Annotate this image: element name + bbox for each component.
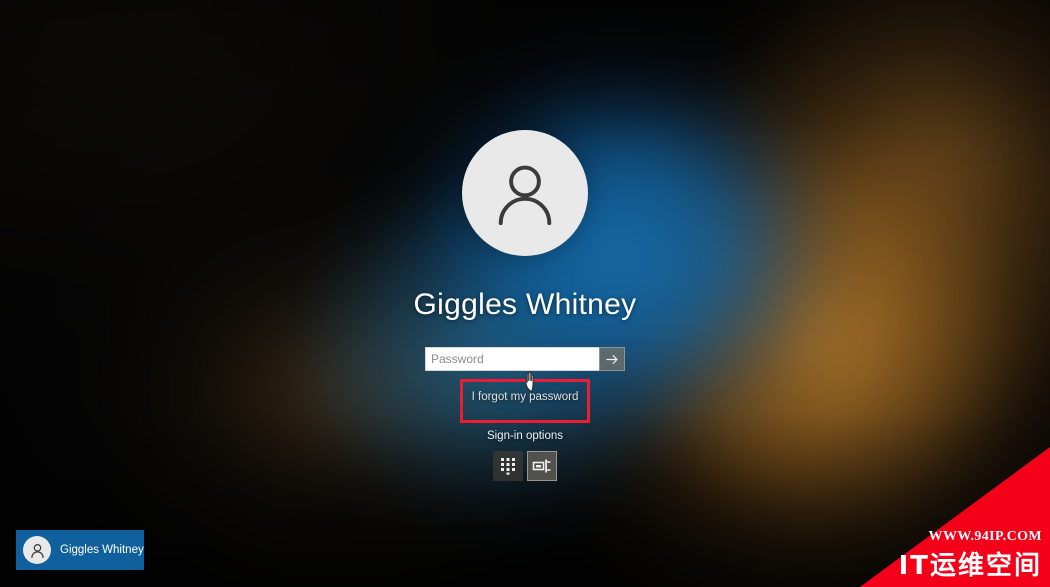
- lock-screen: Giggles Whitney I forgot my password Sig…: [0, 0, 1050, 587]
- pin-keypad-icon: [501, 458, 515, 475]
- sign-in-options-label: Sign-in options: [486, 430, 564, 442]
- sign-in-options-row: [493, 451, 557, 481]
- submit-password-button[interactable]: [599, 347, 625, 371]
- login-panel: Giggles Whitney I forgot my password Sig…: [0, 130, 1050, 481]
- user-avatar-icon: [30, 543, 44, 558]
- security-key-option-button[interactable]: [527, 451, 557, 481]
- password-row: [425, 347, 625, 371]
- avatar: [462, 130, 588, 256]
- security-key-icon: [532, 459, 551, 473]
- tile-user-name: Giggles Whitney: [60, 544, 144, 556]
- pin-option-button[interactable]: [493, 451, 523, 481]
- taskbar-user-tile[interactable]: Giggles Whitney: [16, 530, 144, 570]
- forgot-password-highlight: I forgot my password: [460, 379, 590, 423]
- user-avatar-icon: [498, 165, 552, 226]
- user-name: Giggles Whitney: [413, 288, 637, 321]
- arrow-right-icon: [605, 354, 618, 364]
- password-input[interactable]: [425, 347, 599, 371]
- forgot-password-link[interactable]: I forgot my password: [472, 391, 579, 403]
- tile-avatar: [23, 536, 51, 564]
